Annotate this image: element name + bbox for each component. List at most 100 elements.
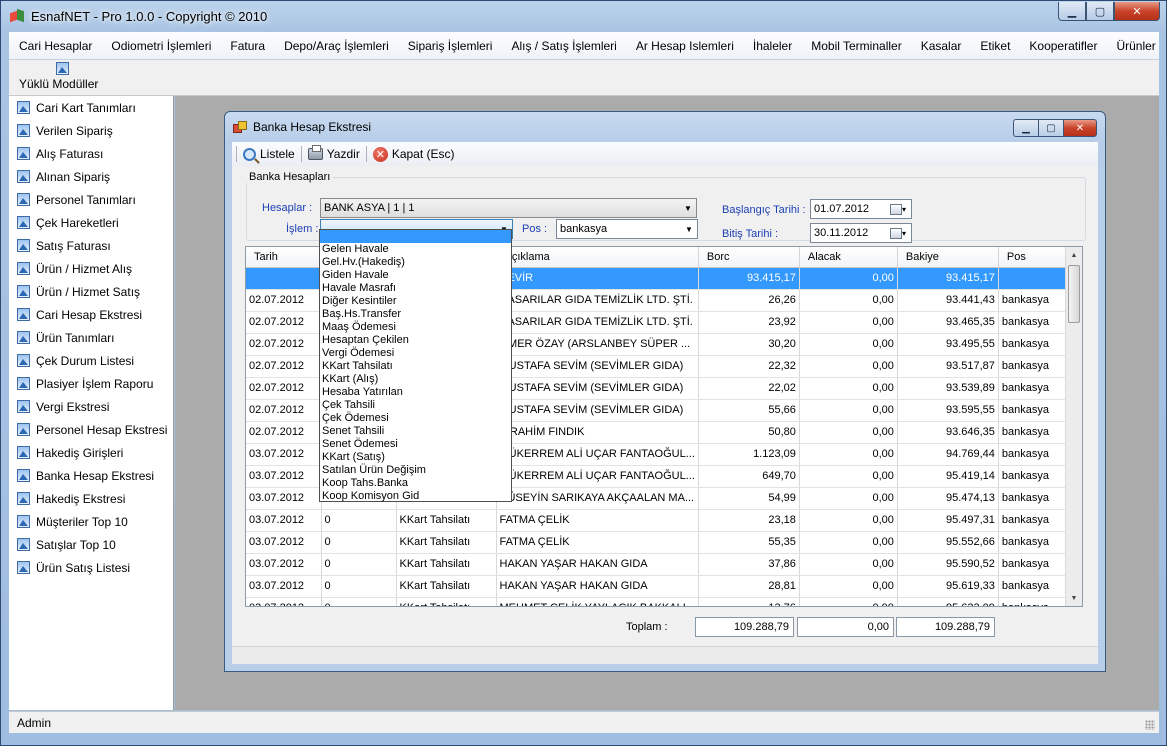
sidebar-item[interactable]: Çek Hareketleri	[9, 211, 173, 234]
table-row[interactable]: 03.07.2012 0 KKart Tahsilatı HAKAN YAŞAR HA…	[246, 553, 1071, 576]
menu-item[interactable]: Fatura	[230, 39, 265, 53]
pos-combo[interactable]: bankasya ▼	[556, 219, 698, 239]
close-form-button[interactable]: ✕ Kapat (Esc)	[372, 146, 455, 162]
dropdown-option[interactable]: KKart (Alış)	[320, 373, 511, 386]
minimize-button[interactable]: ▁	[1058, 2, 1086, 21]
dropdown-option[interactable]: Çek Ödemesi	[320, 412, 511, 425]
column-header[interactable]: Alacak	[799, 247, 898, 268]
menu-item[interactable]: Cari Hesaplar	[19, 39, 92, 53]
print-button[interactable]: Yazdir	[307, 145, 360, 161]
sidebar-item[interactable]: Cari Kart Tanımları	[9, 96, 173, 119]
operation-dropdown-list[interactable]: Gelen Havale Gel.Hv.(Hakediş) Giden Havale…	[319, 229, 512, 502]
dropdown-option[interactable]: Gel.Hv.(Hakediş)	[320, 256, 511, 269]
table-cell: bankasya	[998, 443, 1071, 466]
list-button[interactable]: Listele	[243, 147, 295, 161]
table-row[interactable]: 03.07.20120KKart TahsilatıMEHMET ÇELİK Y…	[246, 597, 1071, 606]
dropdown-option[interactable]: Koop Tahs.Banka	[320, 477, 511, 490]
column-header[interactable]: Borc	[698, 247, 800, 268]
dropdown-option[interactable]: Maaş Ödemesi	[320, 321, 511, 334]
child-close-button[interactable]: ✕	[1063, 119, 1097, 137]
start-date-picker[interactable]: 01.07.2012 ▾	[810, 199, 912, 219]
dropdown-option[interactable]: Hesaba Yatırılan	[320, 386, 511, 399]
dropdown-option[interactable]: Koop Komisyon Gid	[320, 490, 511, 503]
calendar-icon[interactable]: ▾	[885, 224, 911, 242]
sidebar-item[interactable]: Hakediş Girişleri	[9, 441, 173, 464]
resize-grip-icon[interactable]	[1145, 720, 1155, 730]
table-cell: HASARILAR GIDA TEMİZLİK LTD. ŞTİ.	[496, 289, 699, 312]
sidebar-item[interactable]: Satışlar Top 10	[9, 533, 173, 556]
menu-item[interactable]: İhaleler	[753, 39, 792, 53]
column-header[interactable]: Pos	[998, 247, 1071, 268]
menu-item[interactable]: Mobil Terminaller	[811, 39, 901, 53]
sidebar-item[interactable]: Çek Durum Listesi	[9, 349, 173, 372]
sidebar-item[interactable]: Müşteriler Top 10	[9, 510, 173, 533]
close-button[interactable]: ✕	[1114, 2, 1160, 21]
dropdown-option[interactable]: Senet Ödemesi	[320, 438, 511, 451]
table-cell: KKart Tahsilatı	[396, 553, 497, 576]
child-title-bar[interactable]: Banka Hesap Ekstresi	[233, 120, 371, 134]
dropdown-option[interactable]: Satılan Ürün Değişim	[320, 464, 511, 477]
menu-item[interactable]: Kasalar	[921, 39, 962, 53]
child-maximize-button[interactable]: ▢	[1038, 119, 1064, 137]
sidebar-item[interactable]: Banka Hesap Ekstresi	[9, 464, 173, 487]
dropdown-option[interactable]: Senet Tahsili	[320, 425, 511, 438]
sidebar-item[interactable]: Personel Tanımları	[9, 188, 173, 211]
sidebar-item[interactable]: Cari Hesap Ekstresi	[9, 303, 173, 326]
sidebar-item[interactable]: Ürün / Hizmet Satış	[9, 280, 173, 303]
sidebar-item[interactable]: Alınan Sipariş	[9, 165, 173, 188]
sidebar-item[interactable]: Personel Hesap Ekstresi	[9, 418, 173, 441]
column-header[interactable]: Bakiye	[897, 247, 999, 268]
dropdown-option[interactable]: Gelen Havale	[320, 243, 511, 256]
dropdown-option[interactable]: Çek Tahsili	[320, 399, 511, 412]
sidebar-item[interactable]: Ürün / Hizmet Alış	[9, 257, 173, 280]
dropdown-option[interactable]: Havale Masrafı	[320, 282, 511, 295]
menu-item[interactable]: Sipariş İşlemleri	[408, 39, 493, 53]
scroll-thumb[interactable]	[1068, 265, 1080, 323]
accounts-combo[interactable]: BANK ASYA | 1 | 1 ▼	[320, 198, 697, 218]
dropdown-option[interactable]: Diğer Kesintiler	[320, 295, 511, 308]
calendar-icon[interactable]: ▾	[885, 200, 911, 218]
sidebar-item[interactable]: Plasiyer İşlem Raporu	[9, 372, 173, 395]
dropdown-option[interactable]: Hesaptan Çekilen	[320, 334, 511, 347]
title-bar[interactable]: EsnafNET - Pro 1.0.0 - Copyright © 2010 …	[1, 1, 1166, 31]
scroll-up-icon[interactable]: ▲	[1066, 247, 1082, 263]
dropdown-option[interactable]: KKart Tahsilatı	[320, 360, 511, 373]
dropdown-option[interactable]: Vergi Ödemesi	[320, 347, 511, 360]
menu-item[interactable]: Ar Hesap Islemleri	[636, 39, 734, 53]
dropdown-option[interactable]: Giden Havale	[320, 269, 511, 282]
child-window-title: Banka Hesap Ekstresi	[253, 120, 372, 134]
toolbar-separator	[365, 146, 367, 162]
child-minimize-button[interactable]: ▁	[1013, 119, 1039, 137]
table-cell: 1.123,09	[698, 443, 800, 466]
sidebar-item[interactable]: Ürün Satış Listesi	[9, 556, 173, 579]
sidebar-item[interactable]: Verilen Sipariş	[9, 119, 173, 142]
sidebar-item[interactable]: Satış Faturası	[9, 234, 173, 257]
sidebar-item[interactable]: Alış Faturası	[9, 142, 173, 165]
loaded-modules-button[interactable]: Yüklü Modüller	[19, 62, 105, 91]
sidebar-item[interactable]: Hakediş Ekstresi	[9, 487, 173, 510]
menu-item[interactable]: Depo/Araç İşlemleri	[284, 39, 389, 53]
sidebar-item[interactable]: Vergi Ekstresi	[9, 395, 173, 418]
menu-item[interactable]: Kooperatifler	[1029, 39, 1097, 53]
column-header[interactable]: Açıklama	[496, 247, 699, 268]
table-cell: 55,35	[698, 531, 800, 554]
total-balance: 109.288,79	[896, 617, 995, 637]
menu-item[interactable]: Etiket	[980, 39, 1010, 53]
menu-item[interactable]: Ürünler	[1116, 39, 1155, 53]
maximize-button[interactable]: ▢	[1086, 2, 1114, 21]
table-row[interactable]: 03.07.2012 0 KKart Tahsilatı FATMA ÇELİK 23,…	[246, 509, 1071, 532]
table-row[interactable]: 03.07.2012 0 KKart Tahsilatı FATMA ÇELİK 55,…	[246, 531, 1071, 554]
scroll-down-icon[interactable]: ▼	[1066, 590, 1082, 606]
grid-scrollbar[interactable]: ▲ ▼	[1065, 247, 1082, 606]
end-date-picker[interactable]: 30.11.2012 ▾	[810, 223, 912, 243]
table-row[interactable]: 03.07.2012 0 KKart Tahsilatı HAKAN YAŞAR HA…	[246, 575, 1071, 598]
dropdown-option[interactable]: KKart (Satış)	[320, 451, 511, 464]
menu-item[interactable]: Odiometri İşlemleri	[111, 39, 211, 53]
dropdown-option[interactable]	[320, 230, 511, 243]
column-header[interactable]: Tarih	[246, 247, 322, 268]
table-cell: 03.07.2012	[246, 509, 322, 532]
menu-item[interactable]: Alış / Satış İşlemleri	[511, 39, 616, 53]
table-cell: KKart Tahsilatı	[396, 531, 497, 554]
dropdown-option[interactable]: Baş.Hs.Transfer	[320, 308, 511, 321]
sidebar-item[interactable]: Ürün Tanımları	[9, 326, 173, 349]
